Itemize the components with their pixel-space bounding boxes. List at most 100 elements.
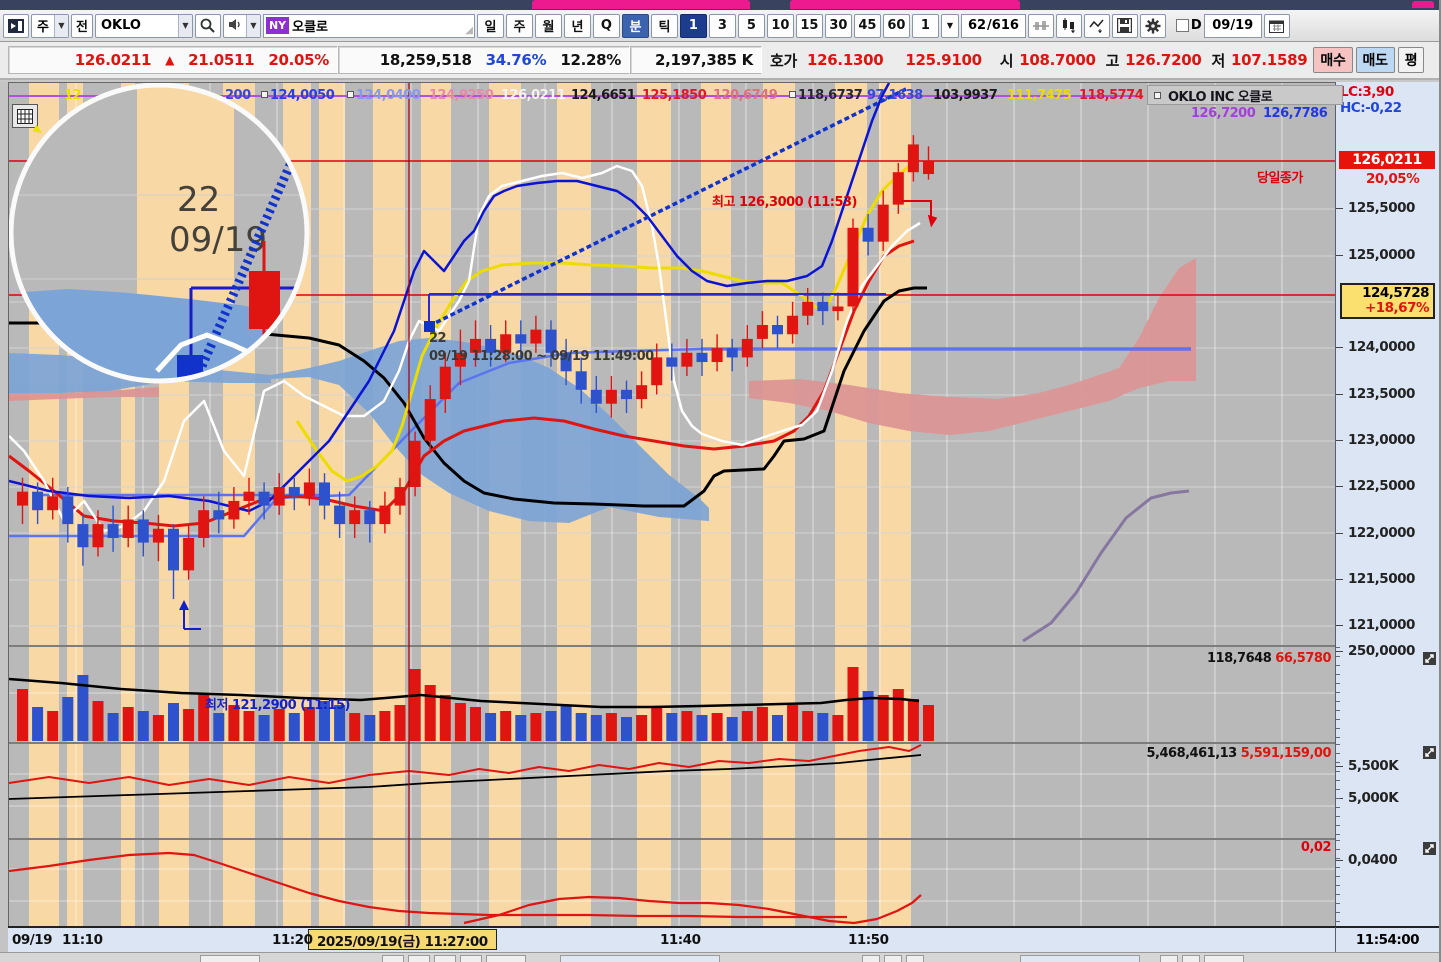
bottom-stub[interactable] (486, 955, 526, 962)
amount-axis-label: 5,000K (1348, 790, 1399, 806)
minute-mode-button[interactable]: 분 (621, 13, 649, 38)
sell-button[interactable]: 매도 (1355, 47, 1395, 73)
period-button-월[interactable]: 월 (534, 13, 562, 38)
symbol-name-field[interactable]: NY 오클로 ◢ (262, 13, 475, 38)
bar-count-field[interactable]: 62 /616 (960, 13, 1026, 38)
amount-field: 2,197,385 K (630, 46, 762, 74)
save-button[interactable] (1111, 13, 1138, 38)
volume-ratio: 34.76% (485, 51, 547, 69)
low-label: 저 (1211, 51, 1225, 70)
interval-button-15[interactable]: 15 (795, 13, 823, 38)
interval-button-3[interactable]: 3 (708, 13, 736, 38)
bottom-stub[interactable] (884, 955, 902, 962)
chart-area[interactable]: 최고 126,3000 (11:53) 최저 121,2900 (11:15) … (8, 82, 1343, 927)
period-button-group: 일주월년Q (476, 13, 620, 38)
line-tool-button[interactable] (1083, 13, 1110, 38)
axis-minor-tick (1336, 719, 1340, 720)
avg-button[interactable]: 평 (1397, 47, 1425, 73)
title-tab-accent[interactable] (1412, 1, 1434, 8)
bottom-stub[interactable] (408, 955, 430, 962)
pane-resize-icon[interactable] (1423, 746, 1436, 759)
interval-button-30[interactable]: 30 (824, 13, 852, 38)
bottom-stub[interactable] (862, 955, 880, 962)
grid-icon (17, 108, 33, 124)
search-button[interactable] (194, 13, 221, 38)
axis-minor-tick (1336, 710, 1340, 711)
time-tick-label: 11:10 (62, 932, 103, 948)
axis-minor-tick (1336, 894, 1340, 895)
interval-1-button[interactable]: 1 (679, 13, 707, 38)
bottom-stub[interactable] (460, 955, 482, 962)
interval-extra-button[interactable]: 1 (911, 13, 939, 38)
interval-button-10[interactable]: 10 (766, 13, 794, 38)
candle-tool-button[interactable] (1055, 13, 1082, 38)
price-field: 126.0211 ▲ 21.0511 20.05% (8, 46, 338, 74)
calendar-icon (1269, 20, 1285, 33)
open-label: 시 (999, 51, 1014, 70)
ask-price: 126.1300 (807, 51, 884, 69)
axis-minor-tick (1336, 771, 1340, 772)
calendar-button[interactable] (1263, 13, 1290, 38)
bid-price: 125.9100 (905, 51, 982, 69)
bottom-stub[interactable] (382, 955, 404, 962)
settings-button[interactable] (1139, 13, 1166, 38)
title-tab-accent[interactable] (790, 0, 1020, 9)
period-button-년[interactable]: 년 (563, 13, 591, 38)
price-axis[interactable]: LC:3,90 HC:-0,22 125,5000 125,0000 124,000… (1335, 82, 1439, 952)
volume-bars (9, 667, 934, 741)
title-tab-accent[interactable] (532, 0, 750, 9)
d-checkbox[interactable] (1175, 19, 1189, 32)
axis-minor-tick (1336, 816, 1340, 817)
hc-label: HC:-0,22 (1340, 100, 1402, 116)
bottom-stub[interactable] (1182, 955, 1200, 962)
grid-toggle-button[interactable] (12, 104, 38, 128)
week-combo[interactable]: 주 ▼ (31, 13, 69, 38)
compare-tool-button[interactable] (1027, 13, 1054, 38)
bottom-stub[interactable] (560, 955, 720, 962)
change-percent: 20.05% (268, 51, 329, 69)
bottom-stub[interactable] (1160, 955, 1178, 962)
resize-grip-icon[interactable]: ◢ (465, 25, 473, 36)
sound-split-button[interactable]: ▼ (222, 13, 261, 38)
interval-button-60[interactable]: 60 (882, 13, 910, 38)
chevron-down-icon[interactable]: ▼ (177, 14, 192, 37)
tick-mode-button[interactable]: 틱 (650, 13, 678, 38)
pane-resize-icon[interactable] (1423, 842, 1436, 855)
interval-dropdown-button[interactable]: ▼ (940, 13, 959, 38)
axis-minor-tick (1336, 674, 1340, 675)
axis-tick (1336, 651, 1343, 652)
chevron-down-icon[interactable]: ▼ (245, 14, 260, 37)
interval-button-5[interactable]: 5 (737, 13, 765, 38)
time-axis[interactable]: 09/19 2025/09/19(금) 11:27:00 11:10 11:20 1… (8, 926, 1335, 952)
chevron-down-icon[interactable]: ▼ (53, 14, 68, 37)
bottom-stub[interactable] (906, 955, 924, 962)
time-tick-label: 11:50 (848, 932, 889, 948)
crosshair-price-badge: 124,5728 +18,67% (1340, 283, 1435, 319)
pane-resize-icon[interactable] (1423, 652, 1436, 665)
title-bar (0, 0, 1439, 10)
prev-button[interactable]: 전 (70, 13, 93, 38)
panel-toggle-button[interactable] (3, 13, 29, 38)
axis-tick-label: 121,5000 (1348, 571, 1415, 587)
bottom-stub[interactable] (434, 955, 456, 962)
axis-minor-tick (1336, 744, 1340, 745)
axis-tick (1336, 579, 1343, 580)
interval-button-45[interactable]: 45 (853, 13, 881, 38)
current-price-badge: 126,0211 (1339, 151, 1435, 169)
axis-minor-tick (1336, 834, 1340, 835)
axis-minor-tick (1336, 665, 1340, 666)
bottom-stub[interactable] (1204, 955, 1244, 962)
volume-field: 18,259,518 34.76% 12.28% (338, 46, 630, 74)
bottom-stub[interactable] (1020, 955, 1140, 962)
trendline-arrow-icon (1089, 19, 1104, 33)
period-button-Q[interactable]: Q (592, 13, 620, 38)
date-field[interactable]: 09/19 (1203, 13, 1262, 38)
crosshair-time-badge: 2025/09/19(금) 11:27:00 (308, 929, 497, 950)
speaker-icon (224, 16, 246, 35)
symbol-combo[interactable]: OKLO ▼ (94, 13, 193, 38)
period-button-일[interactable]: 일 (476, 13, 504, 38)
bottom-stub[interactable] (200, 955, 260, 962)
buy-button[interactable]: 매수 (1313, 47, 1353, 73)
period-button-주[interactable]: 주 (505, 13, 533, 38)
left-gutter (0, 82, 8, 962)
